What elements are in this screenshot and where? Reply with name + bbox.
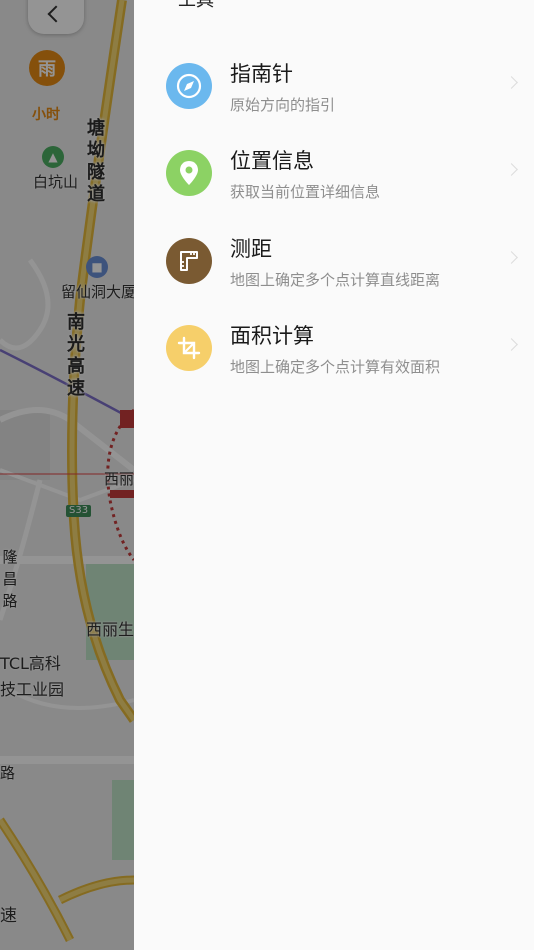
menu-item-title: 指南针 <box>230 62 293 86</box>
menu-item-subtitle: 地图上确定多个点计算有效面积 <box>230 358 441 376</box>
drawer-title: 工具 <box>178 0 214 11</box>
crop-icon <box>166 325 212 371</box>
menu-item-title: 面积计算 <box>230 324 314 348</box>
menu-item-title: 测距 <box>230 237 272 261</box>
menu-item-subtitle: 获取当前位置详细信息 <box>230 183 381 201</box>
menu-item-subtitle: 原始方向的指引 <box>230 96 336 114</box>
chevron-right-icon <box>505 251 518 264</box>
screen: 雨 小时 ▲ 白坑山 ■ 留仙洞大厦 塘坳隧道 南光高速 隆昌路 S33 西丽 … <box>0 0 534 950</box>
ruler-icon <box>166 238 212 284</box>
menu-item-subtitle: 地图上确定多个点计算直线距离 <box>230 271 441 289</box>
menu-item-title: 位置信息 <box>230 149 314 173</box>
compass-icon <box>166 63 212 109</box>
menu-item-area[interactable]: 面积计算 地图上确定多个点计算有效面积 <box>134 306 534 394</box>
menu-item-distance[interactable]: 测距 地图上确定多个点计算直线距离 <box>134 219 534 307</box>
menu-item-location-info[interactable]: 位置信息 获取当前位置详细信息 <box>134 131 534 219</box>
chevron-right-icon <box>505 163 518 176</box>
chevron-right-icon <box>505 76 518 89</box>
location-pin-icon <box>166 150 212 196</box>
tools-drawer: 工具 指南针 原始方向的指引 位置信息 获取当前位置详细信息 测距 地图上确定多… <box>134 0 534 950</box>
menu-item-compass[interactable]: 指南针 原始方向的指引 <box>134 44 534 132</box>
chevron-right-icon <box>505 338 518 351</box>
